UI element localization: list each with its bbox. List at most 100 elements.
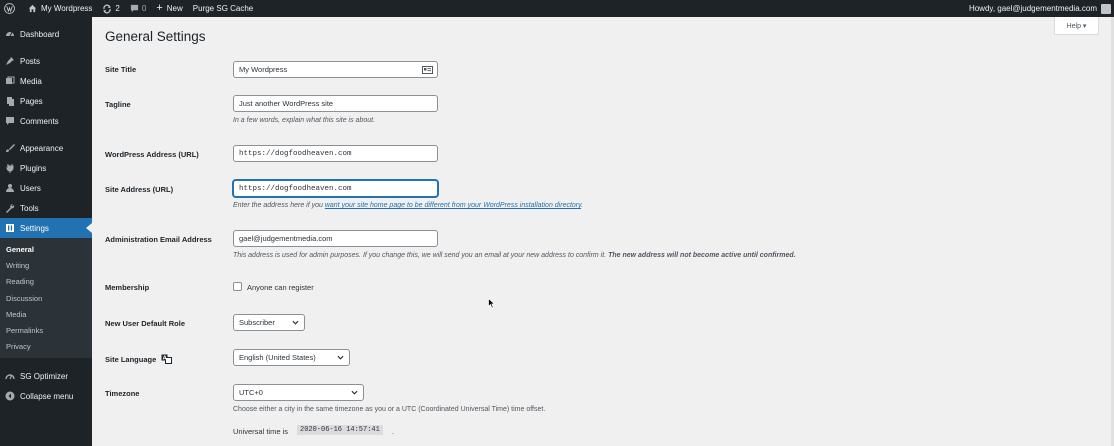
sidebar-item-label: Posts [20, 56, 41, 66]
new-label: New [166, 4, 183, 13]
media-icon [5, 76, 15, 86]
sidebar-item-label: Settings [20, 223, 49, 233]
chevron-down-icon [337, 354, 344, 363]
universal-time-value: 2020-06-16 14:57:41 [297, 425, 383, 435]
comment-bubble-icon [130, 4, 139, 13]
admin-email-description: This address is used for admin purposes.… [233, 252, 796, 259]
dashboard-icon [5, 29, 15, 39]
updates-icon [102, 4, 112, 14]
sidebar-item-plugins[interactable]: Plugins [0, 158, 92, 178]
sidebar-item-label: Plugins [20, 163, 47, 173]
site-title-label: Site Title [105, 65, 137, 74]
admin-email-label: Administration Email Address [105, 235, 212, 244]
timezone-select[interactable]: UTC+0 [233, 384, 364, 401]
wrench-icon [5, 203, 15, 213]
sidebar-item-tools[interactable]: Tools [0, 198, 92, 218]
tagline-description: In a few words, explain what this site i… [233, 117, 376, 124]
sidebar-item-label: Comments [20, 116, 59, 126]
site-address-value: https://dogfoodheaven.com [239, 184, 352, 193]
sidebar-item-label: Appearance [20, 143, 64, 153]
sidebar-item-label: Dashboard [20, 29, 60, 39]
default-role-label: New User Default Role [105, 319, 186, 328]
membership-label: Membership [105, 283, 150, 292]
home-page-different-link[interactable]: want your site home page to be different… [325, 202, 581, 209]
site-language-value: English (United States) [239, 353, 316, 362]
brush-icon [5, 143, 15, 153]
anyone-can-register-label[interactable]: Anyone can register [247, 283, 314, 292]
updates-link[interactable]: 2 [97, 0, 124, 17]
sidebar-item-label: SG Optimizer [20, 371, 69, 381]
wordpress-logo-icon[interactable] [0, 0, 20, 17]
anyone-can-register-checkbox[interactable] [233, 282, 242, 291]
comments-link[interactable]: 0 [125, 0, 151, 17]
comments-icon [5, 116, 15, 126]
sidebar-item-appearance[interactable]: Appearance [0, 138, 92, 158]
site-language-label-text: Site Language [105, 354, 157, 364]
admin-bar: My Wordpress 2 0 + New Purge SG Cache Ho… [0, 0, 1114, 17]
collapse-menu-button[interactable]: Collapse menu [0, 386, 92, 406]
account-menu[interactable]: Howdy, gael@judgementmedia.com [964, 0, 1114, 17]
comments-count: 0 [141, 4, 147, 13]
sidebar-item-label: Media [20, 76, 42, 86]
updates-count: 2 [115, 4, 120, 13]
sidebar-item-pages[interactable]: Pages [0, 91, 92, 111]
site-address-desc-end: . [581, 202, 584, 209]
purge-label: Purge SG Cache [192, 4, 254, 13]
universal-time-end: . [392, 427, 395, 436]
sidebar-item-comments[interactable]: Comments [0, 111, 92, 131]
chevron-down-icon [292, 319, 299, 328]
wp-address-label: WordPress Address (URL) [105, 150, 199, 159]
submenu-item-privacy[interactable]: Privacy [0, 339, 92, 355]
plugin-icon [5, 163, 15, 173]
new-content-link[interactable]: + New [151, 0, 187, 17]
admin-email-input[interactable]: gael@judgementmedia.com [233, 230, 438, 247]
settings-icon [5, 223, 15, 233]
submenu-item-media[interactable]: Media [0, 306, 92, 322]
site-language-select[interactable]: English (United States) [233, 349, 350, 366]
submenu-item-permalinks[interactable]: Permalinks [0, 322, 92, 338]
sidebar-item-settings[interactable]: Settings [0, 218, 92, 238]
site-address-desc-text: Enter the address here if you [233, 202, 325, 209]
sidebar-item-label: Collapse menu [20, 391, 74, 401]
universal-time-label: Universal time is [233, 427, 289, 436]
admin-sidebar: Dashboard Posts Media Pages Comments App… [0, 17, 92, 446]
admin-email-desc-bold: The new address will not become active u… [608, 252, 796, 259]
submenu-item-reading[interactable]: Reading [0, 274, 92, 290]
admin-email-desc-text: This address is used for admin purposes.… [233, 252, 609, 259]
tagline-value: Just another WordPress site [239, 99, 334, 108]
wp-address-value: https://dogfoodheaven.com [239, 149, 352, 158]
site-title-input[interactable]: My Wordpress [233, 61, 438, 78]
purge-cache-link[interactable]: Purge SG Cache [188, 0, 258, 17]
sidebar-item-dashboard[interactable]: Dashboard [0, 24, 92, 44]
site-name-link[interactable]: My Wordpress [20, 0, 97, 17]
site-address-input[interactable]: https://dogfoodheaven.com [233, 180, 438, 197]
tagline-label: Tagline [105, 100, 131, 109]
home-icon [28, 4, 37, 13]
collapse-icon [5, 391, 15, 401]
translation-icon: A [161, 354, 173, 366]
submenu-item-general[interactable]: General [0, 241, 92, 257]
svg-text:A: A [163, 356, 167, 362]
pages-icon [5, 96, 15, 106]
avatar [1101, 3, 1111, 14]
timezone-label: Timezone [105, 389, 140, 398]
sg-optimizer-icon [5, 371, 15, 381]
site-address-label: Site Address (URL) [105, 185, 174, 194]
wp-address-input[interactable]: https://dogfoodheaven.com [233, 145, 438, 162]
help-tab-button[interactable]: Help ▾ [1054, 17, 1099, 35]
plus-icon: + [156, 2, 163, 14]
submenu-item-writing[interactable]: Writing [0, 257, 92, 273]
site-address-description: Enter the address here if you want your … [233, 202, 583, 209]
sidebar-item-media[interactable]: Media [0, 71, 92, 91]
sidebar-item-users[interactable]: Users [0, 178, 92, 198]
sidebar-item-label: Pages [20, 96, 43, 106]
sidebar-item-posts[interactable]: Posts [0, 51, 92, 71]
submenu-item-discussion[interactable]: Discussion [0, 290, 92, 306]
contact-card-icon[interactable] [422, 66, 433, 76]
sidebar-item-sg-optimizer[interactable]: SG Optimizer [0, 366, 92, 386]
default-role-select[interactable]: Subscriber [233, 314, 305, 331]
users-icon [5, 183, 15, 193]
admin-email-value: gael@judgementmedia.com [239, 234, 333, 243]
tagline-input[interactable]: Just another WordPress site [233, 95, 438, 112]
pin-icon [5, 56, 15, 66]
